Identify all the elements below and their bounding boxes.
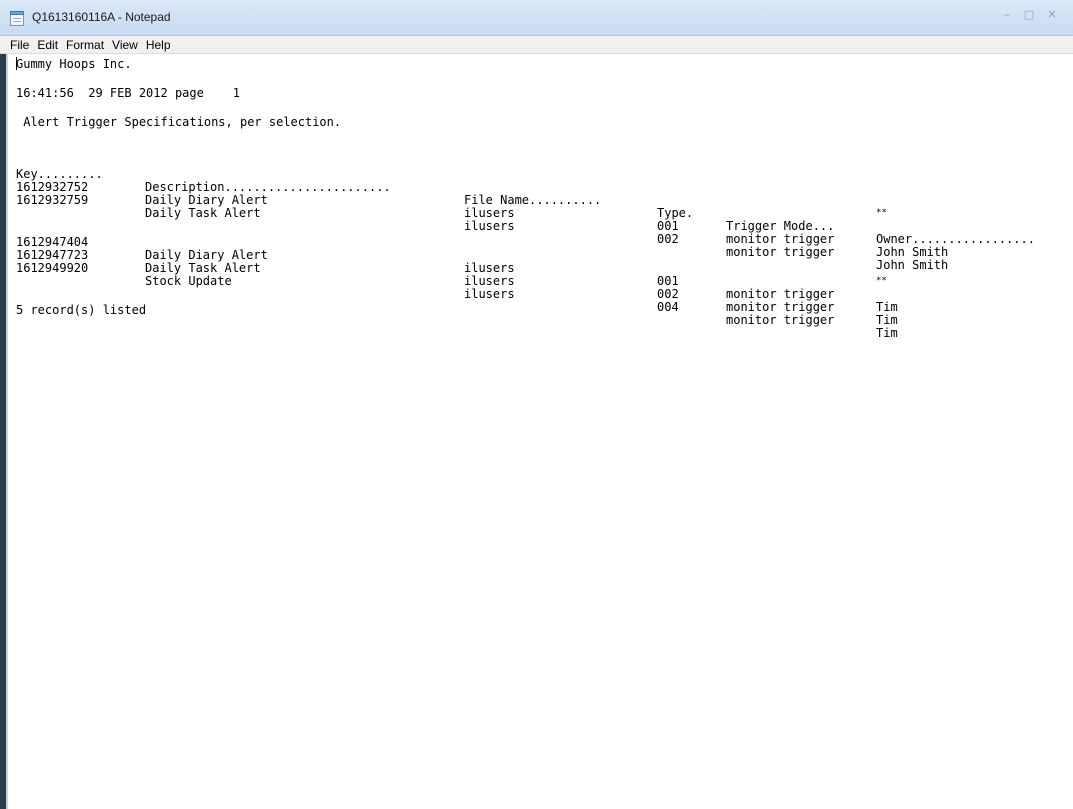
table-row: 1612949920 Stock Update ilusers 004 moni…	[16, 249, 1066, 340]
row-file-name: ilusers	[464, 287, 515, 301]
row-trigger-mode: monitor trigger	[726, 313, 835, 327]
menu-view[interactable]: View	[108, 37, 142, 53]
row-description: Daily Task Alert	[145, 206, 261, 220]
table-row: 1612947723 Daily Task Alert ilusers 002 …	[16, 236, 1066, 327]
subtotal-marker: **	[876, 276, 887, 286]
window-left-edge	[0, 54, 8, 809]
table-row: 1612932752 Daily Diary Alert ilusers 001…	[16, 168, 1066, 259]
window-title: Q1613160116A - Notepad	[32, 10, 171, 24]
company-line: Gummy Hoops Inc.	[16, 57, 132, 71]
row-description: Stock Update	[145, 274, 232, 288]
menu-format[interactable]: Format	[62, 37, 108, 53]
menu-edit[interactable]: Edit	[33, 37, 62, 53]
table-row: 1612947404 Daily Diary Alert ilusers 001…	[16, 223, 1066, 314]
row-type: 004	[657, 300, 679, 314]
subtotal-row: **	[16, 262, 1066, 286]
table-row: 1612932759 Daily Task Alert ilusers 002 …	[16, 181, 1066, 272]
subtotal-marker: **	[876, 208, 887, 218]
timestamp-line: 16:41:56 29 FEB 2012 page 1	[16, 86, 240, 100]
menu-file[interactable]: File	[6, 37, 33, 53]
maximize-button[interactable]: □	[1018, 6, 1040, 22]
notepad-window: Q1613160116A - Notepad – □ ✕ File Edit F…	[0, 0, 1073, 809]
text-editor[interactable]: Gummy Hoops Inc. 16:41:56 29 FEB 2012 pa…	[16, 54, 1066, 809]
row-owner: Tim	[876, 326, 898, 340]
record-count: 5 record(s) listed	[16, 303, 147, 317]
menu-bar: File Edit Format View Help	[0, 36, 1073, 54]
subtotal-row: **	[16, 194, 1066, 218]
close-button[interactable]: ✕	[1041, 6, 1063, 22]
minimize-button[interactable]: –	[996, 6, 1018, 22]
report-title: Alert Trigger Specifications, per select…	[16, 115, 342, 129]
menu-help[interactable]: Help	[142, 37, 175, 53]
title-bar[interactable]: Q1613160116A - Notepad – □ ✕	[0, 0, 1073, 36]
header-row: Key......... Description................…	[16, 155, 1066, 246]
notepad-icon[interactable]	[10, 11, 24, 26]
